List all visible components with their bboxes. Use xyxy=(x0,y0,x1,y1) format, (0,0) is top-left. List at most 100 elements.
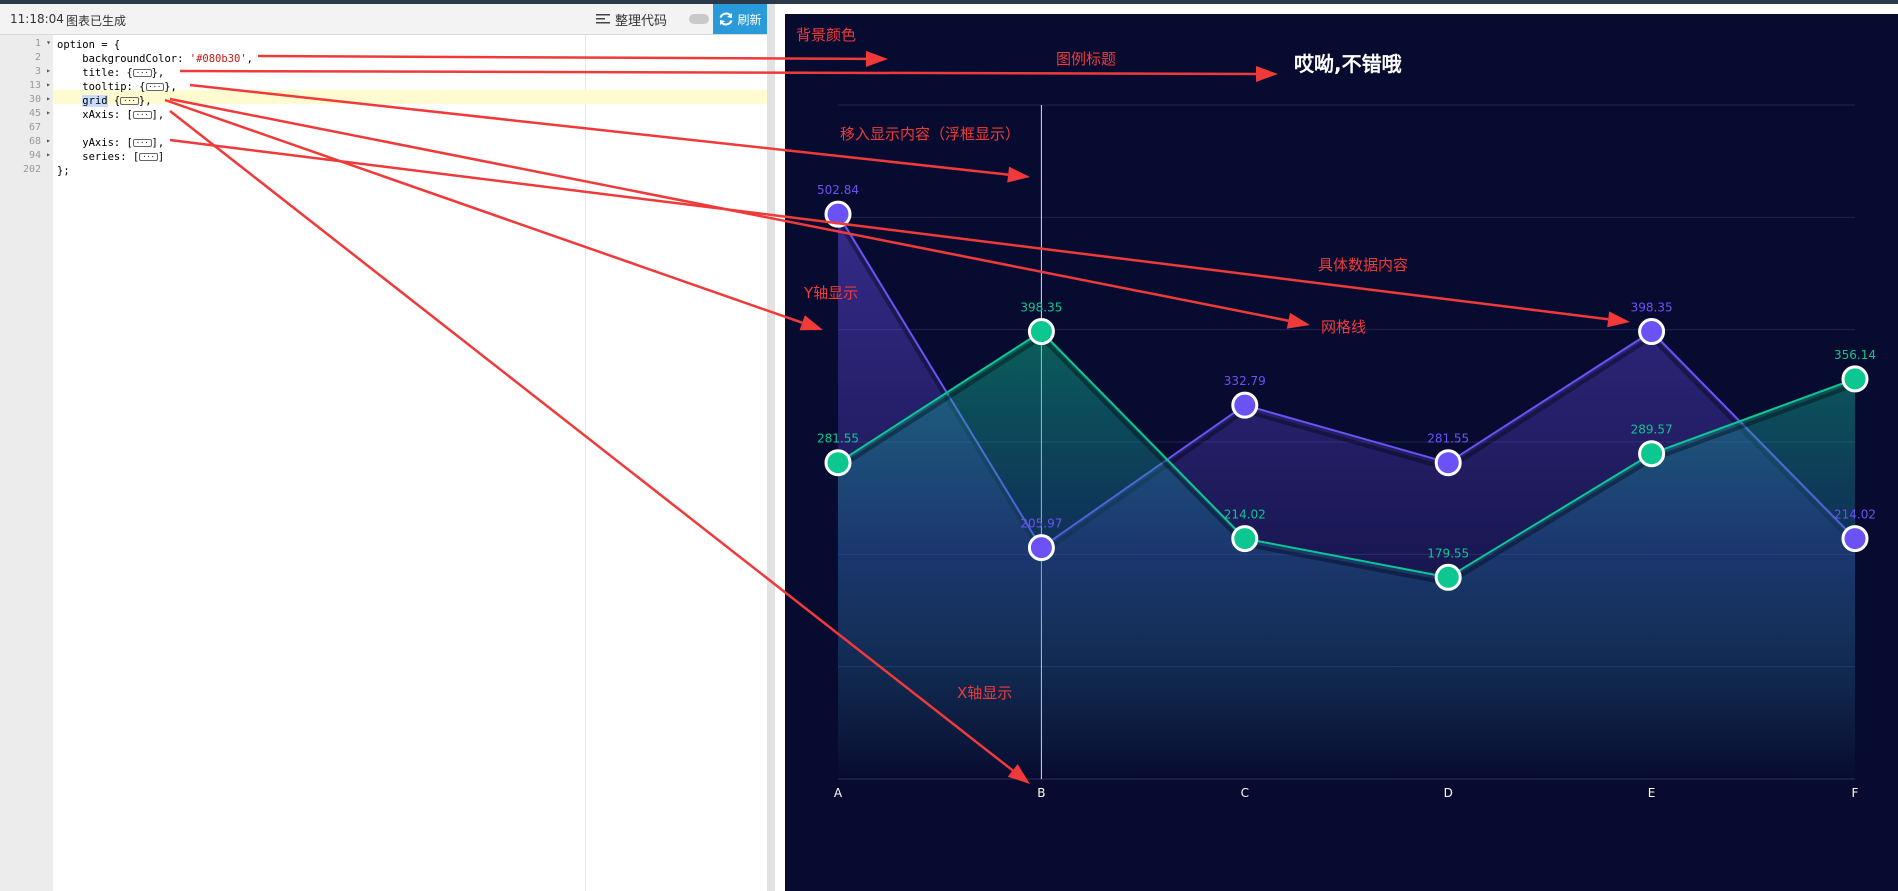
code-text: xAxis: [ xyxy=(57,109,133,121)
x-axis-tick-label: C xyxy=(1241,786,1249,800)
gutter-line: 1 ▾ xyxy=(0,38,53,52)
code-tail: ], xyxy=(151,137,165,149)
x-axis-tick-label: F xyxy=(1852,786,1859,800)
generated-time: 11:18:04 xyxy=(10,12,64,26)
panel-splitter[interactable] xyxy=(767,4,775,891)
code-area[interactable]: option = { backgroundColor: '#080b30', t… xyxy=(53,35,767,891)
code-text: tooltip: { xyxy=(57,81,146,93)
data-label: 281.55 xyxy=(817,432,859,446)
line-number: 202 xyxy=(22,164,41,175)
data-label: 281.55 xyxy=(1427,432,1469,446)
data-point xyxy=(1434,449,1462,477)
folded-block-icon[interactable]: ··· xyxy=(120,97,139,105)
line-number: 68 xyxy=(28,136,41,147)
fold-toggle-icon[interactable]: ▸ xyxy=(46,150,51,159)
data-point xyxy=(1027,318,1055,346)
data-point xyxy=(1841,525,1869,553)
code-line[interactable]: series: [···] xyxy=(57,150,164,164)
line-number: 45 xyxy=(28,108,41,119)
refresh-icon xyxy=(720,12,733,26)
code-line[interactable]: grid {···}, xyxy=(57,94,152,108)
refresh-button[interactable]: 刷新 xyxy=(713,4,767,34)
data-point xyxy=(1638,440,1666,468)
gutter-line: 3 ▸ xyxy=(0,66,53,80)
code-tail: ], xyxy=(151,109,165,121)
code-line[interactable]: title: {···}, xyxy=(57,66,164,80)
code-line[interactable]: tooltip: {···}, xyxy=(57,80,177,94)
code-text: option = { xyxy=(57,39,121,51)
data-label: 205.97 xyxy=(1020,517,1062,531)
fold-toggle-icon[interactable]: ▸ xyxy=(46,80,51,89)
code-editor-panel: 11:18:04 图表已生成 整理代码 刷新 1 ▾ 2 3 ▸ 13 ▸ 30 ▸ 45 ▸ 67 6… xyxy=(0,4,767,891)
data-point xyxy=(1027,534,1055,562)
code-line[interactable]: yAxis: [···], xyxy=(57,136,164,150)
data-label: 356.14 xyxy=(1834,348,1876,362)
folded-block-icon[interactable]: ··· xyxy=(132,69,152,77)
line-number: 1 xyxy=(34,38,41,49)
gutter-line: 30 ▸ xyxy=(0,94,53,108)
gutter-line: 2 xyxy=(0,52,53,66)
code-line[interactable]: xAxis: [···], xyxy=(57,108,164,122)
data-point xyxy=(1231,391,1259,419)
line-number: 13 xyxy=(28,80,41,91)
data-label: 179.55 xyxy=(1427,546,1469,560)
gutter-line: 202 xyxy=(0,164,53,178)
data-point xyxy=(1638,318,1666,346)
editor-toolbar: 11:18:04 图表已生成 整理代码 刷新 xyxy=(0,4,767,35)
line-number: 30 xyxy=(28,94,41,105)
line-number: 94 xyxy=(28,150,41,161)
data-point xyxy=(1434,563,1462,591)
data-point xyxy=(824,449,852,477)
print-margin xyxy=(585,35,586,891)
data-label: 398.35 xyxy=(1020,301,1062,315)
data-label: 502.84 xyxy=(817,183,859,197)
code-tail: , xyxy=(246,53,253,65)
fold-toggle-icon[interactable]: ▾ xyxy=(46,38,51,47)
data-point xyxy=(824,200,852,228)
folded-block-icon[interactable]: ··· xyxy=(132,111,152,119)
code-line[interactable]: }; xyxy=(57,164,70,178)
folded-block-icon[interactable]: ··· xyxy=(145,83,165,91)
code-tail: }, xyxy=(151,67,165,79)
data-label: 289.57 xyxy=(1631,423,1673,437)
x-axis-tick-label: B xyxy=(1037,786,1045,800)
gutter-line: 13 ▸ xyxy=(0,80,53,94)
x-axis-tick-label: A xyxy=(834,786,843,800)
code-line[interactable]: option = { xyxy=(57,38,120,52)
code-string: '#080b30' xyxy=(189,53,247,65)
line-chart[interactable]: A B C D E F 502.84 205.97 332.79 281.55 398.35 214.… xyxy=(775,4,1898,891)
code-line[interactable]: backgroundColor: '#080b30', xyxy=(57,52,253,66)
code-tail: }, xyxy=(164,81,177,93)
gutter-line: 68 ▸ xyxy=(0,136,53,150)
fold-toggle-icon[interactable]: ▸ xyxy=(46,66,51,75)
data-label: 332.79 xyxy=(1224,374,1266,388)
selected-token[interactable]: grid xyxy=(82,95,108,107)
toggle-switch[interactable] xyxy=(689,14,709,24)
data-point xyxy=(1841,365,1869,393)
line-number: 3 xyxy=(34,66,41,77)
data-label: 398.35 xyxy=(1631,301,1673,315)
line-number: 67 xyxy=(28,122,41,133)
data-point xyxy=(1231,525,1259,553)
gutter-line: 94 ▸ xyxy=(0,150,53,164)
line-number: 2 xyxy=(34,52,41,63)
code-text: title: { xyxy=(57,67,133,79)
data-label: 214.02 xyxy=(1834,508,1876,522)
gutter-line: 67 xyxy=(0,122,53,136)
folded-block-icon[interactable]: ··· xyxy=(139,153,158,161)
code-tail: }, xyxy=(138,95,152,107)
fold-toggle-icon[interactable]: ▸ xyxy=(46,108,51,117)
data-label: 214.02 xyxy=(1224,508,1266,522)
code-text: series: [ xyxy=(57,151,140,163)
format-code-button[interactable]: 整理代码 xyxy=(596,10,667,29)
fold-toggle-icon[interactable]: ▸ xyxy=(46,136,51,145)
align-left-icon xyxy=(596,14,610,24)
fold-toggle-icon[interactable]: ▸ xyxy=(46,94,51,103)
code-tail: ] xyxy=(157,151,165,163)
chart-title: 哎呦,不错哦 xyxy=(1294,52,1402,76)
status-text: 图表已生成 xyxy=(66,14,127,28)
gutter-line: 45 ▸ xyxy=(0,108,53,122)
code-text: { xyxy=(107,95,121,107)
folded-block-icon[interactable]: ··· xyxy=(132,139,152,147)
code-text: yAxis: [ xyxy=(57,137,133,149)
